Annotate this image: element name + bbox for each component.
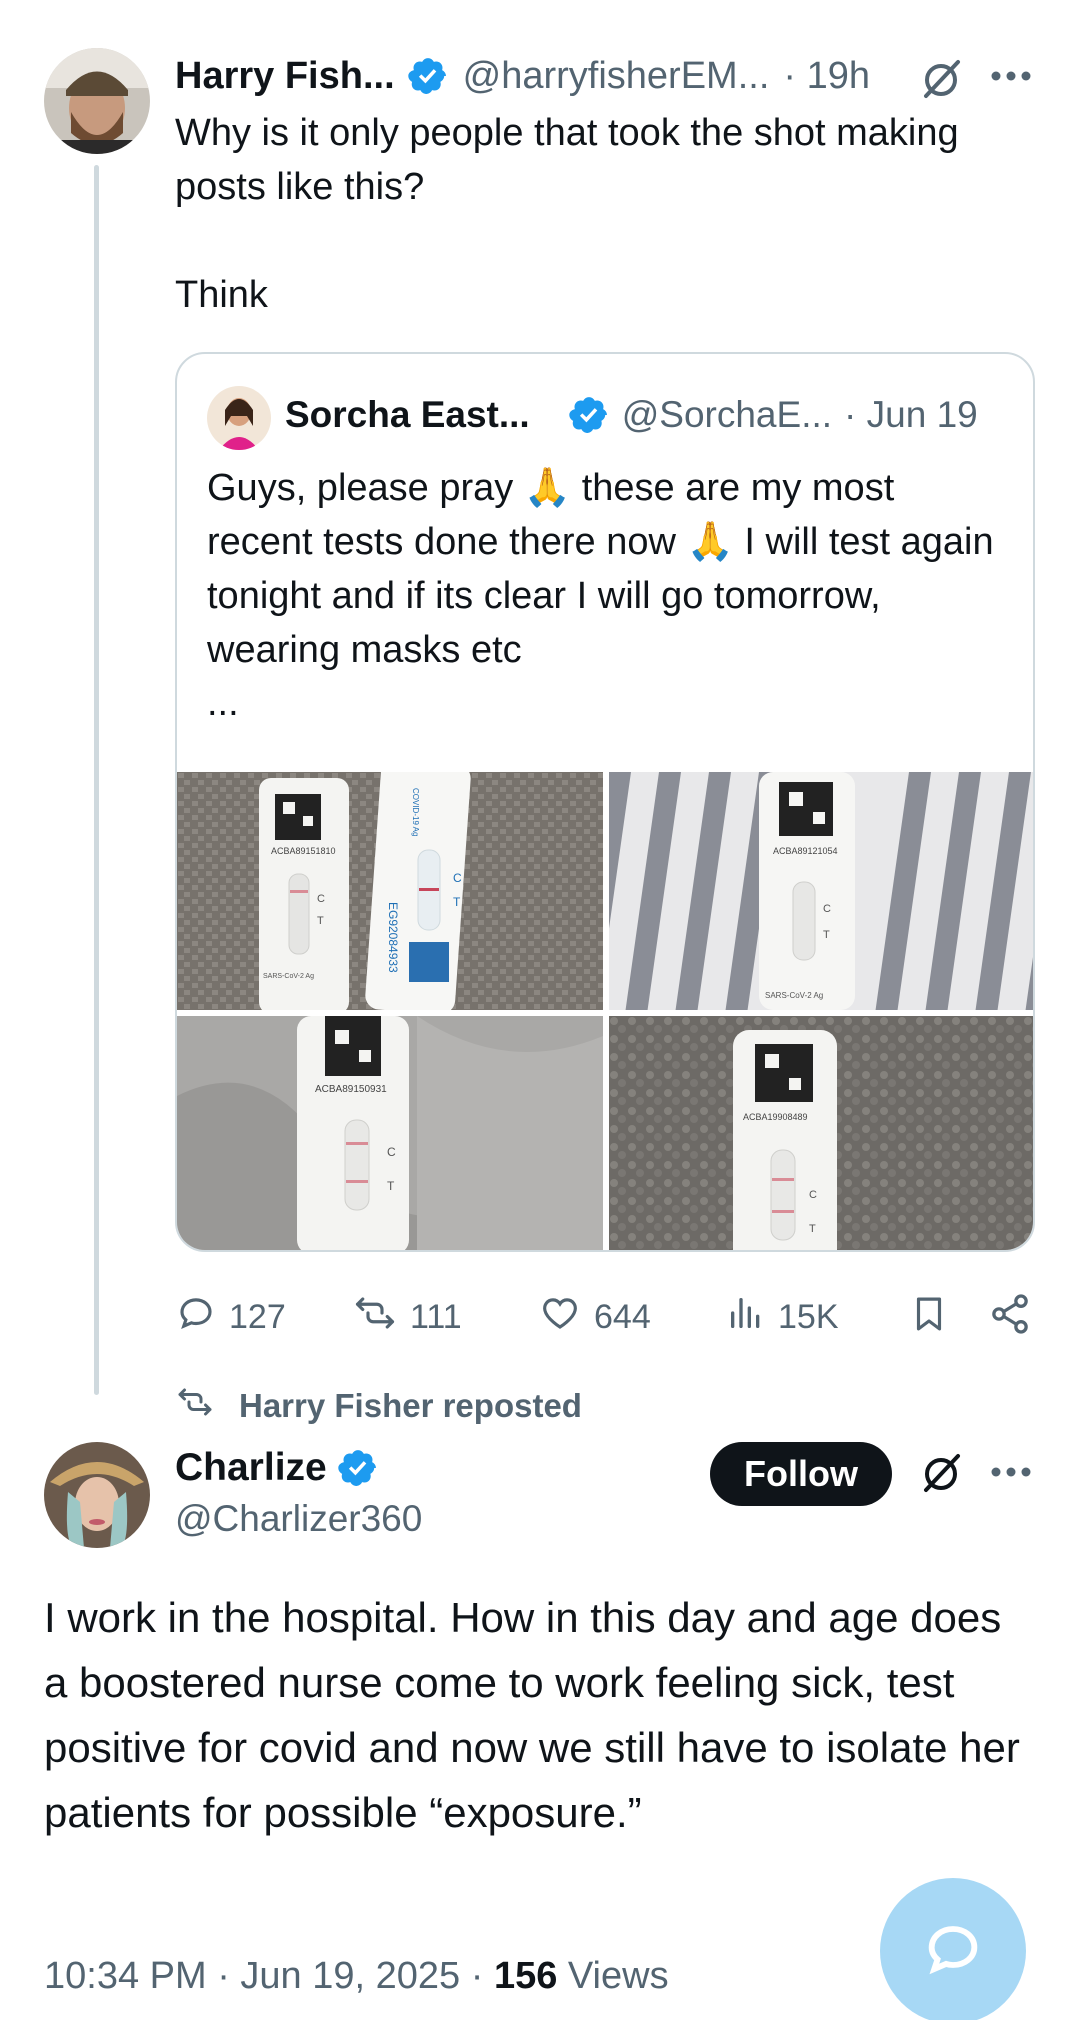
quoted-tweet-text: Guys, please pray 🙏 these are my most re… bbox=[207, 467, 1005, 671]
media-photo-4[interactable]: ACBA19908489 C T bbox=[609, 1016, 1033, 1250]
grok-icon[interactable] bbox=[918, 56, 964, 102]
repost-count: 111 bbox=[410, 1298, 462, 1336]
t-marker: T bbox=[809, 1223, 816, 1235]
main-tweet-author-row: Charlize bbox=[175, 1446, 379, 1490]
share-icon[interactable] bbox=[988, 1292, 1032, 1336]
main-tweet-views-count: 156 bbox=[493, 1955, 558, 1997]
bookmark-icon[interactable] bbox=[908, 1292, 950, 1336]
quoted-tweet-card[interactable]: Sorcha East... @SorchaE... · Jun 19 Guys… bbox=[175, 352, 1035, 1252]
media-photo-1[interactable]: ACBA89151810 EG92084933 COVID-19 Ag C T … bbox=[177, 772, 603, 1010]
parent-author-handle[interactable]: @harryfisherEM... bbox=[463, 54, 770, 98]
c-marker: C bbox=[453, 871, 462, 885]
views-action[interactable]: 15K bbox=[726, 1292, 839, 1343]
follow-button[interactable]: Follow bbox=[710, 1442, 892, 1506]
c-marker: C bbox=[387, 1145, 396, 1159]
repost-banner[interactable]: Harry Fisher reposted bbox=[175, 1384, 582, 1428]
main-author-handle[interactable]: @Charlizer360 bbox=[175, 1498, 422, 1540]
reply-icon bbox=[175, 1292, 229, 1343]
media-photo-3[interactable]: ACBA89150931 C T bbox=[177, 1016, 603, 1250]
verified-badge-icon bbox=[407, 55, 449, 97]
repost-icon bbox=[352, 1292, 410, 1343]
parent-tweet-header: Harry Fish... @harryfisherEM... · 19h bbox=[175, 54, 870, 98]
verified-badge-icon bbox=[337, 1447, 379, 1489]
parent-tweet-text: Why is it only people that took the shot… bbox=[175, 112, 959, 316]
quoted-author-name[interactable]: Sorcha East... bbox=[285, 394, 530, 436]
t-marker: T bbox=[823, 929, 830, 941]
t-marker: T bbox=[453, 895, 461, 909]
main-tweet-meta: 10:34 PM · Jun 19, 2025 · 156 Views bbox=[44, 1955, 669, 1998]
views-icon bbox=[726, 1292, 778, 1343]
repost-icon bbox=[175, 1384, 215, 1428]
like-action[interactable]: 644 bbox=[538, 1292, 651, 1343]
quoted-tweet-ellipsis: ... bbox=[207, 682, 239, 724]
repost-banner-text: Harry Fisher reposted bbox=[239, 1387, 582, 1424]
media-photo-2[interactable]: ACBA89121054 C T SARS-CoV-2 Ag bbox=[609, 772, 1033, 1010]
test-code-1: ACBA89151810 bbox=[271, 846, 336, 856]
main-tweet-text: I work in the hospital. How in this day … bbox=[44, 1594, 1020, 1836]
verified-badge-icon bbox=[568, 394, 610, 436]
compose-reply-icon bbox=[921, 1917, 985, 1986]
parent-tweet-time[interactable]: · 19h bbox=[783, 54, 870, 98]
main-author-name[interactable]: Charlize bbox=[175, 1446, 327, 1490]
sars-label: SARS-CoV-2 Ag bbox=[765, 991, 823, 1000]
sorcha-avatar[interactable] bbox=[207, 386, 271, 450]
t-marker: T bbox=[387, 1179, 395, 1193]
grok-icon[interactable] bbox=[918, 1450, 964, 1496]
charlize-avatar[interactable] bbox=[44, 1442, 150, 1548]
like-icon bbox=[538, 1292, 594, 1343]
quoted-author-handle[interactable]: @SorchaE... bbox=[622, 394, 832, 436]
c-marker: C bbox=[823, 903, 831, 915]
quoted-media-grid: ACBA89151810 EG92084933 COVID-19 Ag C T … bbox=[177, 772, 1033, 1250]
reply-count: 127 bbox=[229, 1298, 286, 1336]
like-count: 644 bbox=[594, 1298, 651, 1336]
sars-label: SARS-CoV-2 Ag bbox=[263, 973, 314, 980]
quoted-tweet-date[interactable]: · Jun 19 bbox=[844, 394, 978, 436]
compose-reply-button[interactable] bbox=[880, 1878, 1026, 2020]
more-icon[interactable] bbox=[988, 64, 1034, 88]
t-marker: T bbox=[317, 915, 324, 927]
test-code-4: ACBA89150931 bbox=[315, 1084, 387, 1095]
reply-action[interactable]: 127 bbox=[175, 1292, 286, 1343]
c-marker: C bbox=[809, 1189, 817, 1201]
harry-avatar[interactable] bbox=[44, 48, 150, 154]
test-code-2: EG92084933 bbox=[386, 902, 400, 973]
quoted-tweet-header: Sorcha East... @SorchaE... · Jun 19 bbox=[285, 394, 978, 436]
repost-action[interactable]: 111 bbox=[352, 1292, 462, 1343]
c-marker: C bbox=[317, 893, 325, 905]
test-code-3: ACBA89121054 bbox=[773, 846, 838, 856]
parent-author-name[interactable]: Harry Fish... bbox=[175, 54, 395, 98]
main-tweet-views-label: Views bbox=[557, 1955, 669, 1997]
main-tweet-timestamp[interactable]: 10:34 PM · Jun 19, 2025 · bbox=[44, 1955, 494, 1997]
more-icon[interactable] bbox=[988, 1460, 1034, 1484]
test-code-5: ACBA19908489 bbox=[743, 1112, 808, 1122]
views-count: 15K bbox=[778, 1298, 839, 1336]
thread-line bbox=[94, 165, 99, 1395]
covid-label: COVID-19 Ag bbox=[411, 788, 420, 836]
